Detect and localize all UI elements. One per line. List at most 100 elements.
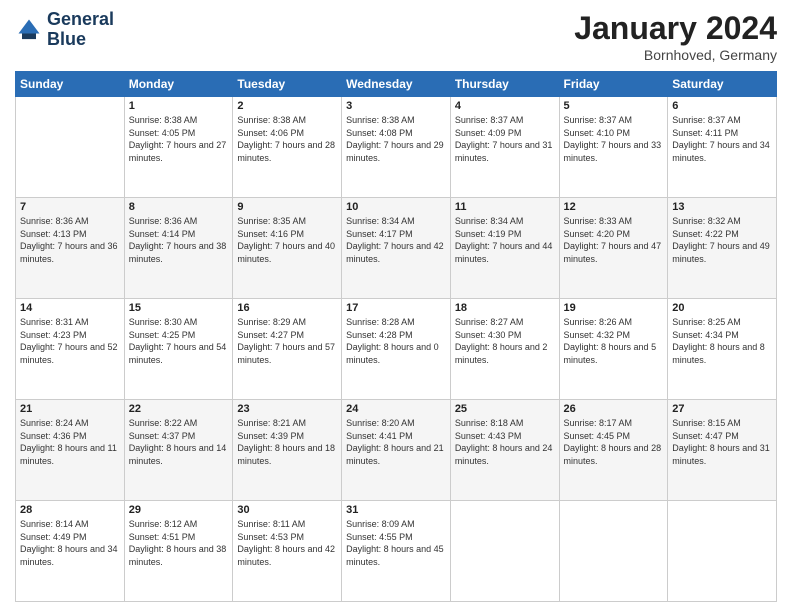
calendar-cell: 16 Sunrise: 8:29 AMSunset: 4:27 PMDayligh… <box>233 299 342 400</box>
calendar-cell: 15 Sunrise: 8:30 AMSunset: 4:25 PMDayligh… <box>124 299 233 400</box>
calendar-week-row: 7 Sunrise: 8:36 AMSunset: 4:13 PMDaylight… <box>16 198 777 299</box>
day-info: Sunrise: 8:14 AMSunset: 4:49 PMDaylight:… <box>20 518 120 568</box>
calendar-cell: 10 Sunrise: 8:34 AMSunset: 4:17 PMDayligh… <box>342 198 451 299</box>
day-number: 17 <box>346 302 446 314</box>
calendar-cell: 20 Sunrise: 8:25 AMSunset: 4:34 PMDayligh… <box>668 299 777 400</box>
day-info: Sunrise: 8:31 AMSunset: 4:23 PMDaylight:… <box>20 316 120 366</box>
calendar-cell: 8 Sunrise: 8:36 AMSunset: 4:14 PMDaylight… <box>124 198 233 299</box>
day-info: Sunrise: 8:38 AMSunset: 4:08 PMDaylight:… <box>346 114 446 164</box>
weekday-header: Wednesday <box>342 72 451 97</box>
day-info: Sunrise: 8:20 AMSunset: 4:41 PMDaylight:… <box>346 417 446 467</box>
day-number: 1 <box>129 100 229 112</box>
logo-line2: Blue <box>47 30 114 50</box>
calendar-cell <box>16 97 125 198</box>
day-number: 27 <box>672 403 772 415</box>
calendar-cell: 26 Sunrise: 8:17 AMSunset: 4:45 PMDayligh… <box>559 400 668 501</box>
calendar-cell <box>668 501 777 602</box>
day-info: Sunrise: 8:09 AMSunset: 4:55 PMDaylight:… <box>346 518 446 568</box>
calendar-cell: 18Sunrise: 8:27 AMSunset: 4:30 PMDayligh… <box>450 299 559 400</box>
day-info: Sunrise: 8:38 AMSunset: 4:05 PMDaylight:… <box>129 114 229 164</box>
day-number: 15 <box>129 302 229 314</box>
day-number: 20 <box>672 302 772 314</box>
logo-line1: General <box>47 10 114 30</box>
calendar-cell: 17 Sunrise: 8:28 AMSunset: 4:28 PMDayligh… <box>342 299 451 400</box>
day-number: 19 <box>564 302 664 314</box>
calendar-cell: 19 Sunrise: 8:26 AMSunset: 4:32 PMDayligh… <box>559 299 668 400</box>
day-info: Sunrise: 8:21 AMSunset: 4:39 PMDaylight:… <box>237 417 337 467</box>
day-info: Sunrise: 8:18 AMSunset: 4:43 PMDaylight:… <box>455 417 555 467</box>
calendar-cell: 21Sunrise: 8:24 AMSunset: 4:36 PMDayligh… <box>16 400 125 501</box>
calendar-cell: 23 Sunrise: 8:21 AMSunset: 4:39 PMDayligh… <box>233 400 342 501</box>
day-number: 29 <box>129 504 229 516</box>
day-info: Sunrise: 8:27 AMSunset: 4:30 PMDaylight:… <box>455 316 555 366</box>
weekday-header: Friday <box>559 72 668 97</box>
day-number: 7 <box>20 201 120 213</box>
day-number: 6 <box>672 100 772 112</box>
calendar-cell: 14 Sunrise: 8:31 AMSunset: 4:23 PMDayligh… <box>16 299 125 400</box>
title-area: January 2024 Bornhoved, Germany <box>574 10 777 63</box>
day-info: Sunrise: 8:33 AMSunset: 4:20 PMDaylight:… <box>564 215 664 265</box>
calendar-header-row: SundayMondayTuesdayWednesdayThursdayFrid… <box>16 72 777 97</box>
day-number: 16 <box>237 302 337 314</box>
page: General Blue January 2024 Bornhoved, Ger… <box>0 0 792 612</box>
calendar-cell: 13Sunrise: 8:32 AMSunset: 4:22 PMDayligh… <box>668 198 777 299</box>
day-info: Sunrise: 8:26 AMSunset: 4:32 PMDaylight:… <box>564 316 664 366</box>
subtitle: Bornhoved, Germany <box>574 47 777 63</box>
header: General Blue January 2024 Bornhoved, Ger… <box>15 10 777 63</box>
calendar-cell: 29Sunrise: 8:12 AMSunset: 4:51 PMDayligh… <box>124 501 233 602</box>
day-number: 4 <box>455 100 555 112</box>
day-info: Sunrise: 8:29 AMSunset: 4:27 PMDaylight:… <box>237 316 337 366</box>
calendar-cell: 2Sunrise: 8:38 AMSunset: 4:06 PMDaylight… <box>233 97 342 198</box>
calendar-cell: 31 Sunrise: 8:09 AMSunset: 4:55 PMDayligh… <box>342 501 451 602</box>
day-number: 26 <box>564 403 664 415</box>
calendar-cell: 1 Sunrise: 8:38 AMSunset: 4:05 PMDaylight… <box>124 97 233 198</box>
calendar-cell <box>559 501 668 602</box>
day-number: 8 <box>129 201 229 213</box>
day-info: Sunrise: 8:15 AMSunset: 4:47 PMDaylight:… <box>672 417 772 467</box>
calendar-cell: 3 Sunrise: 8:38 AMSunset: 4:08 PMDaylight… <box>342 97 451 198</box>
weekday-header: Saturday <box>668 72 777 97</box>
weekday-header: Monday <box>124 72 233 97</box>
day-info: Sunrise: 8:36 AMSunset: 4:13 PMDaylight:… <box>20 215 120 265</box>
weekday-header: Thursday <box>450 72 559 97</box>
calendar-cell: 28 Sunrise: 8:14 AMSunset: 4:49 PMDayligh… <box>16 501 125 602</box>
day-info: Sunrise: 8:38 AMSunset: 4:06 PMDaylight:… <box>237 114 337 164</box>
day-info: Sunrise: 8:36 AMSunset: 4:14 PMDaylight:… <box>129 215 229 265</box>
weekday-header: Sunday <box>16 72 125 97</box>
calendar-cell: 6Sunrise: 8:37 AMSunset: 4:11 PMDaylight… <box>668 97 777 198</box>
logo: General Blue <box>15 10 114 50</box>
calendar-cell: 22Sunrise: 8:22 AMSunset: 4:37 PMDayligh… <box>124 400 233 501</box>
day-number: 13 <box>672 201 772 213</box>
day-number: 21 <box>20 403 120 415</box>
calendar-cell: 7 Sunrise: 8:36 AMSunset: 4:13 PMDaylight… <box>16 198 125 299</box>
calendar-cell: 27 Sunrise: 8:15 AMSunset: 4:47 PMDayligh… <box>668 400 777 501</box>
day-number: 10 <box>346 201 446 213</box>
day-info: Sunrise: 8:17 AMSunset: 4:45 PMDaylight:… <box>564 417 664 467</box>
day-number: 11 <box>455 201 555 213</box>
day-info: Sunrise: 8:37 AMSunset: 4:09 PMDaylight:… <box>455 114 555 164</box>
calendar-cell: 11 Sunrise: 8:34 AMSunset: 4:19 PMDayligh… <box>450 198 559 299</box>
day-info: Sunrise: 8:34 AMSunset: 4:19 PMDaylight:… <box>455 215 555 265</box>
month-title: January 2024 <box>574 10 777 47</box>
day-number: 3 <box>346 100 446 112</box>
day-number: 23 <box>237 403 337 415</box>
day-number: 31 <box>346 504 446 516</box>
calendar-cell: 9Sunrise: 8:35 AMSunset: 4:16 PMDaylight… <box>233 198 342 299</box>
day-number: 22 <box>129 403 229 415</box>
day-info: Sunrise: 8:25 AMSunset: 4:34 PMDaylight:… <box>672 316 772 366</box>
calendar-cell: 30Sunrise: 8:11 AMSunset: 4:53 PMDayligh… <box>233 501 342 602</box>
day-info: Sunrise: 8:34 AMSunset: 4:17 PMDaylight:… <box>346 215 446 265</box>
calendar-cell <box>450 501 559 602</box>
day-info: Sunrise: 8:28 AMSunset: 4:28 PMDaylight:… <box>346 316 446 366</box>
calendar-cell: 12Sunrise: 8:33 AMSunset: 4:20 PMDayligh… <box>559 198 668 299</box>
day-info: Sunrise: 8:37 AMSunset: 4:10 PMDaylight:… <box>564 114 664 164</box>
weekday-header: Tuesday <box>233 72 342 97</box>
day-number: 30 <box>237 504 337 516</box>
day-number: 25 <box>455 403 555 415</box>
day-number: 14 <box>20 302 120 314</box>
calendar-cell: 5Sunrise: 8:37 AMSunset: 4:10 PMDaylight… <box>559 97 668 198</box>
day-number: 28 <box>20 504 120 516</box>
calendar-week-row: 28 Sunrise: 8:14 AMSunset: 4:49 PMDayligh… <box>16 501 777 602</box>
day-info: Sunrise: 8:30 AMSunset: 4:25 PMDaylight:… <box>129 316 229 366</box>
calendar-table: SundayMondayTuesdayWednesdayThursdayFrid… <box>15 71 777 602</box>
